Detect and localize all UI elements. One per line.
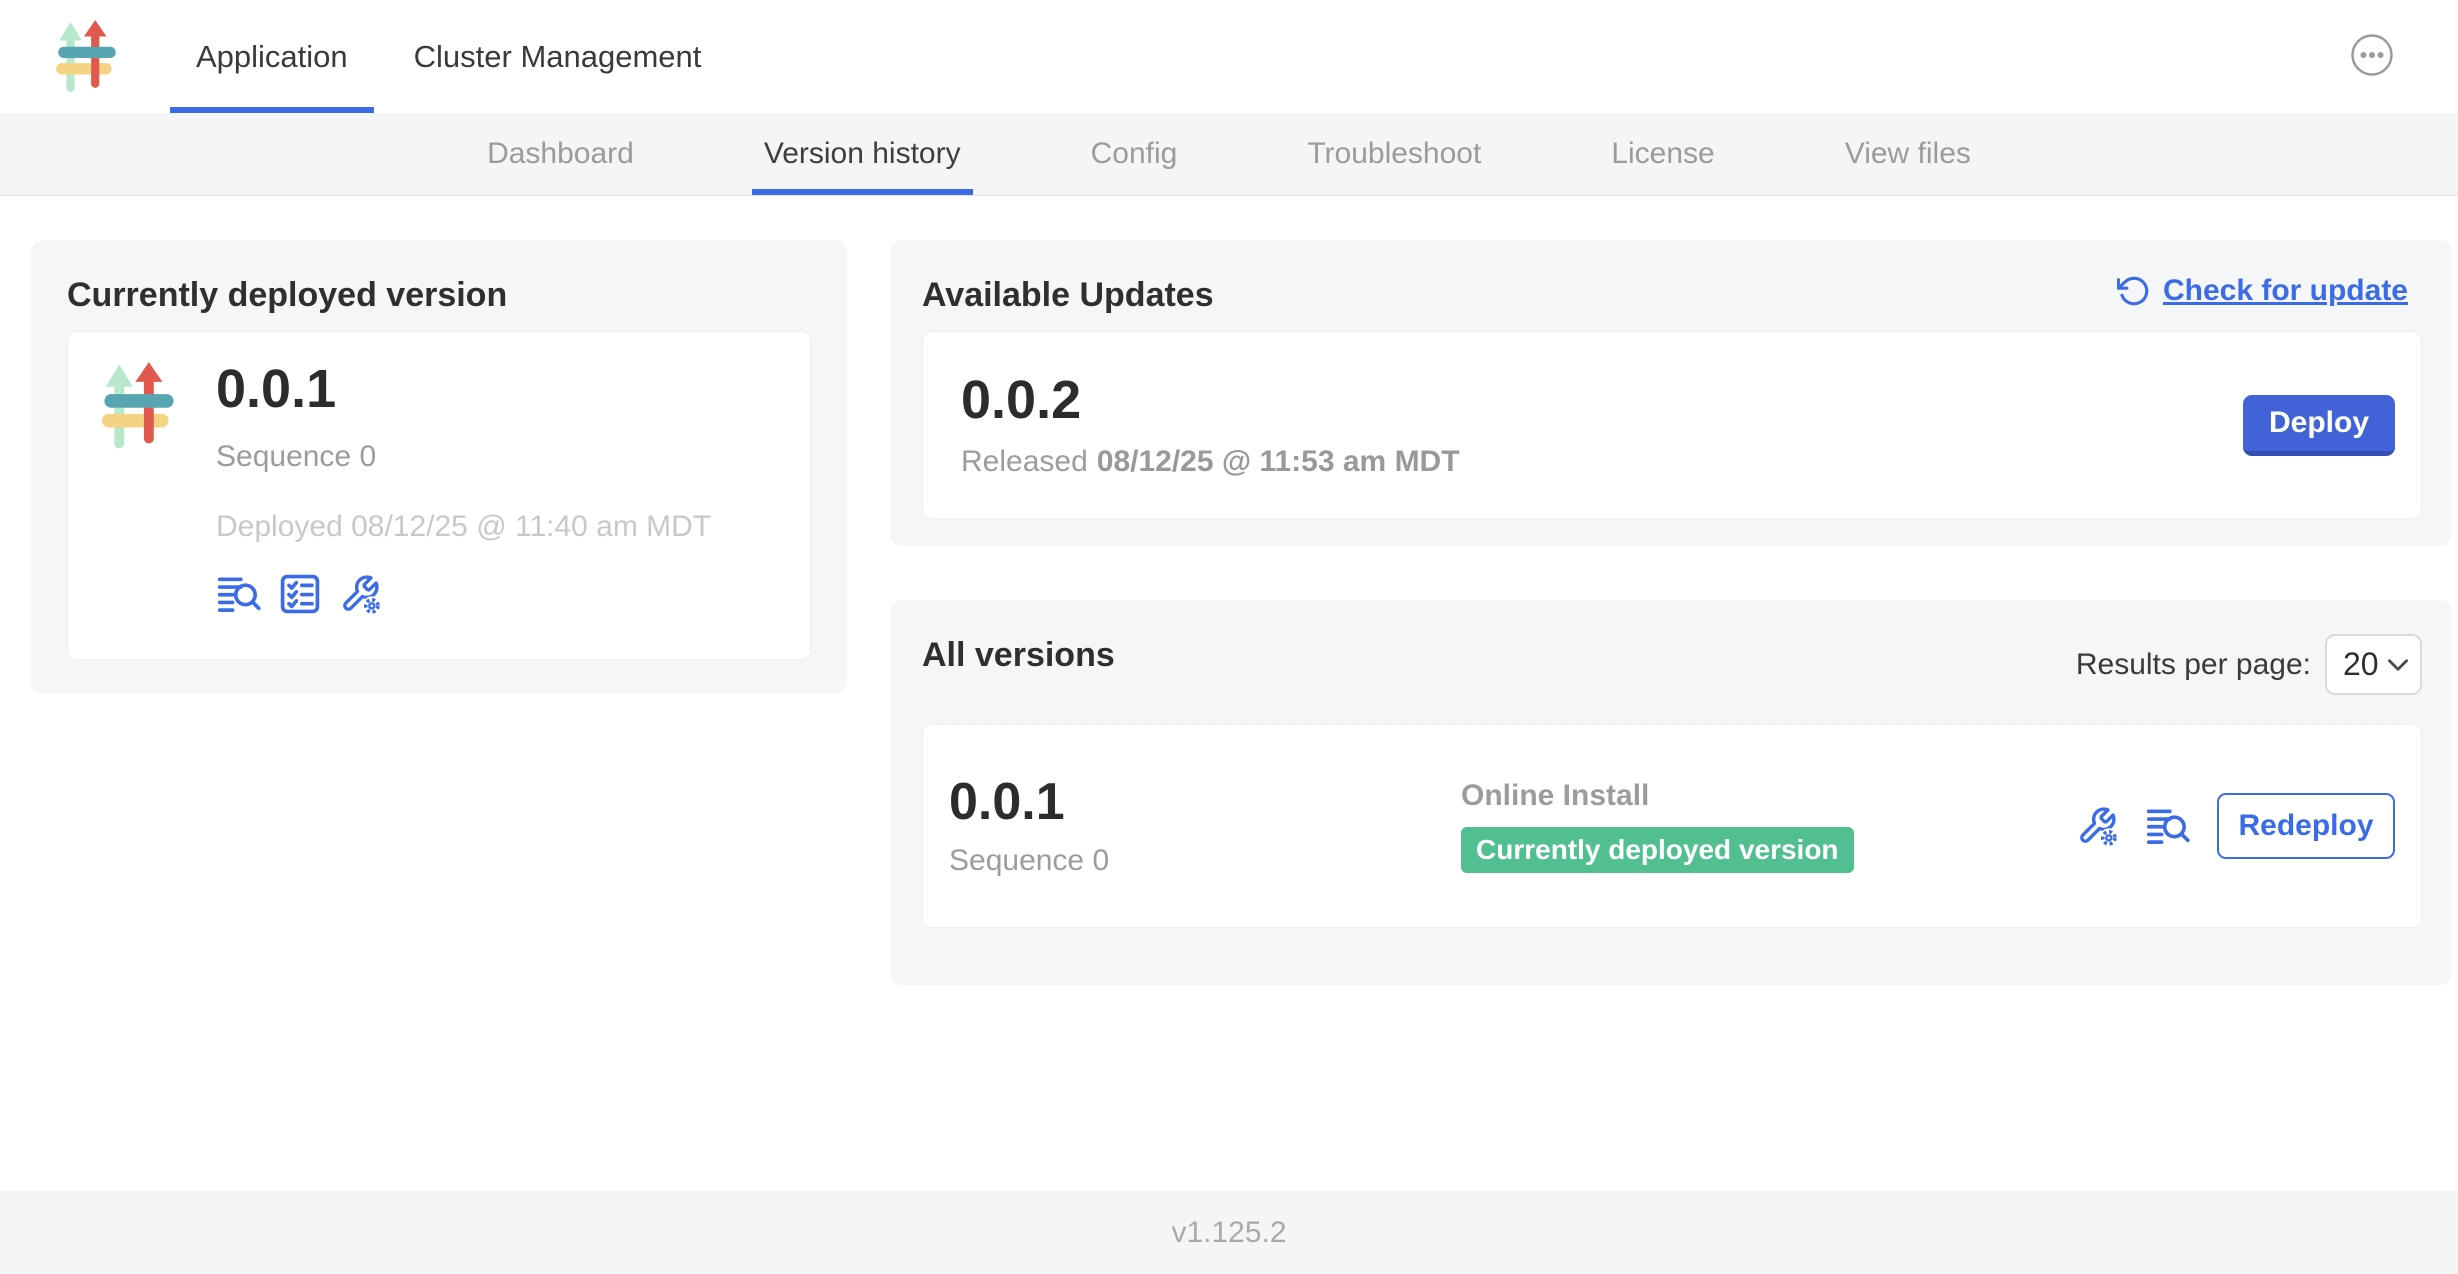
version-history-page: Currently deployed version 0.0.1 Sequenc… bbox=[0, 196, 2458, 1191]
redeploy-button[interactable]: Redeploy bbox=[2217, 793, 2395, 859]
view-logs-button[interactable] bbox=[2145, 804, 2191, 848]
subnav-label-dashboard: Dashboard bbox=[487, 137, 634, 171]
refresh-icon bbox=[2117, 274, 2151, 308]
current-version-details: 0.0.1 Sequence 0 Deployed 08/12/25 @ 11:… bbox=[216, 360, 711, 631]
subnav-item-config[interactable]: Config bbox=[1079, 113, 1190, 195]
results-per-page-label: Results per page: bbox=[2076, 648, 2311, 682]
released-prefix: Released bbox=[961, 445, 1088, 478]
app-logo-icon bbox=[102, 362, 176, 451]
view-logs-button[interactable] bbox=[216, 572, 262, 616]
subnav-label-license: License bbox=[1611, 137, 1714, 171]
subnav-label-config: Config bbox=[1091, 137, 1178, 171]
subnav-label-view-files: View files bbox=[1845, 137, 1971, 171]
results-per-page: Results per page: 20 bbox=[2076, 634, 2422, 695]
version-row-actions: Redeploy bbox=[2075, 793, 2395, 859]
check-for-update-label: Check for update bbox=[2163, 274, 2408, 308]
subnav-item-license[interactable]: License bbox=[1599, 113, 1726, 195]
subnav-item-troubleshoot[interactable]: Troubleshoot bbox=[1295, 113, 1493, 195]
top-nav-bar: Application Cluster Management bbox=[0, 0, 2458, 113]
preflight-checks-icon bbox=[278, 572, 322, 616]
row-version-sequence: Sequence 0 bbox=[949, 844, 1461, 878]
currently-deployed-version-panel: 0.0.1 Sequence 0 Deployed 08/12/25 @ 11:… bbox=[67, 331, 811, 660]
ellipsis-icon bbox=[2350, 33, 2394, 77]
view-logs-icon bbox=[2145, 804, 2191, 848]
available-updates-title: Available Updates bbox=[922, 274, 1214, 316]
currently-deployed-card: Currently deployed version 0.0.1 Sequenc… bbox=[31, 240, 847, 694]
update-released-timestamp: Released 08/12/25 @ 11:53 am MDT bbox=[961, 445, 1460, 479]
currently-deployed-badge: Currently deployed version bbox=[1461, 827, 1854, 874]
current-version-sequence: Sequence 0 bbox=[216, 440, 711, 474]
current-version-deployed-timestamp: Deployed 08/12/25 @ 11:40 am MDT bbox=[216, 510, 711, 544]
console-footer: v1.125.2 bbox=[0, 1191, 2458, 1274]
chevron-down-icon bbox=[2388, 659, 2408, 671]
subnav-item-dashboard[interactable]: Dashboard bbox=[475, 113, 646, 195]
preflight-checks-button[interactable] bbox=[278, 572, 322, 616]
subnav-label-version-history: Version history bbox=[764, 137, 961, 171]
all-versions-card: All versions Results per page: 20 0.0. bbox=[890, 600, 2452, 985]
version-row-status: Online Install Currently deployed versio… bbox=[1461, 779, 1854, 874]
update-details: 0.0.2 Released 08/12/25 @ 11:53 am MDT bbox=[961, 371, 1460, 479]
current-version-number: 0.0.1 bbox=[216, 360, 711, 418]
available-update-row: 0.0.2 Released 08/12/25 @ 11:53 am MDT De… bbox=[922, 331, 2422, 519]
released-date: 08/12/25 @ 11:53 am MDT bbox=[1097, 445, 1460, 478]
all-versions-title: All versions bbox=[922, 634, 1115, 676]
subnav-label-troubleshoot: Troubleshoot bbox=[1307, 137, 1481, 171]
row-version-number: 0.0.1 bbox=[949, 774, 1461, 830]
app-logo-icon bbox=[56, 20, 118, 94]
tab-cluster-management-label: Cluster Management bbox=[414, 39, 702, 75]
version-row-details: 0.0.1 Sequence 0 bbox=[949, 774, 1461, 878]
deploy-button[interactable]: Deploy bbox=[2243, 395, 2395, 456]
currently-deployed-title: Currently deployed version bbox=[67, 274, 811, 316]
edit-config-icon bbox=[338, 572, 382, 616]
top-tabs: Application Cluster Management bbox=[170, 0, 727, 113]
tab-cluster-management[interactable]: Cluster Management bbox=[388, 0, 728, 113]
tab-application-label: Application bbox=[196, 39, 348, 75]
edit-config-icon bbox=[2075, 804, 2119, 848]
edit-config-button[interactable] bbox=[2075, 804, 2119, 848]
current-version-actions bbox=[216, 572, 711, 616]
view-logs-icon bbox=[216, 572, 262, 616]
overflow-menu-button[interactable] bbox=[2350, 33, 2394, 77]
app-subnav: Dashboard Version history Config Trouble… bbox=[0, 113, 2458, 196]
console-version: v1.125.2 bbox=[1171, 1216, 1286, 1250]
tab-application[interactable]: Application bbox=[170, 0, 374, 113]
update-version-number: 0.0.2 bbox=[961, 371, 1460, 429]
available-updates-card: Available Updates Check for update 0.0.2… bbox=[890, 240, 2452, 546]
kots-admin-console: Application Cluster Management Dashboard… bbox=[0, 0, 2458, 1274]
subnav-item-view-files[interactable]: View files bbox=[1833, 113, 1983, 195]
results-per-page-value: 20 bbox=[2343, 646, 2379, 683]
install-type-label: Online Install bbox=[1461, 779, 1854, 813]
right-column: Available Updates Check for update 0.0.2… bbox=[890, 240, 2452, 1191]
edit-config-button[interactable] bbox=[338, 572, 382, 616]
version-row: 0.0.1 Sequence 0 Online Install Currentl… bbox=[922, 724, 2422, 928]
app-logo bbox=[56, 0, 118, 113]
results-per-page-select[interactable]: 20 bbox=[2325, 634, 2422, 695]
subnav-item-version-history[interactable]: Version history bbox=[752, 113, 973, 195]
check-for-update-link[interactable]: Check for update bbox=[2117, 274, 2408, 308]
